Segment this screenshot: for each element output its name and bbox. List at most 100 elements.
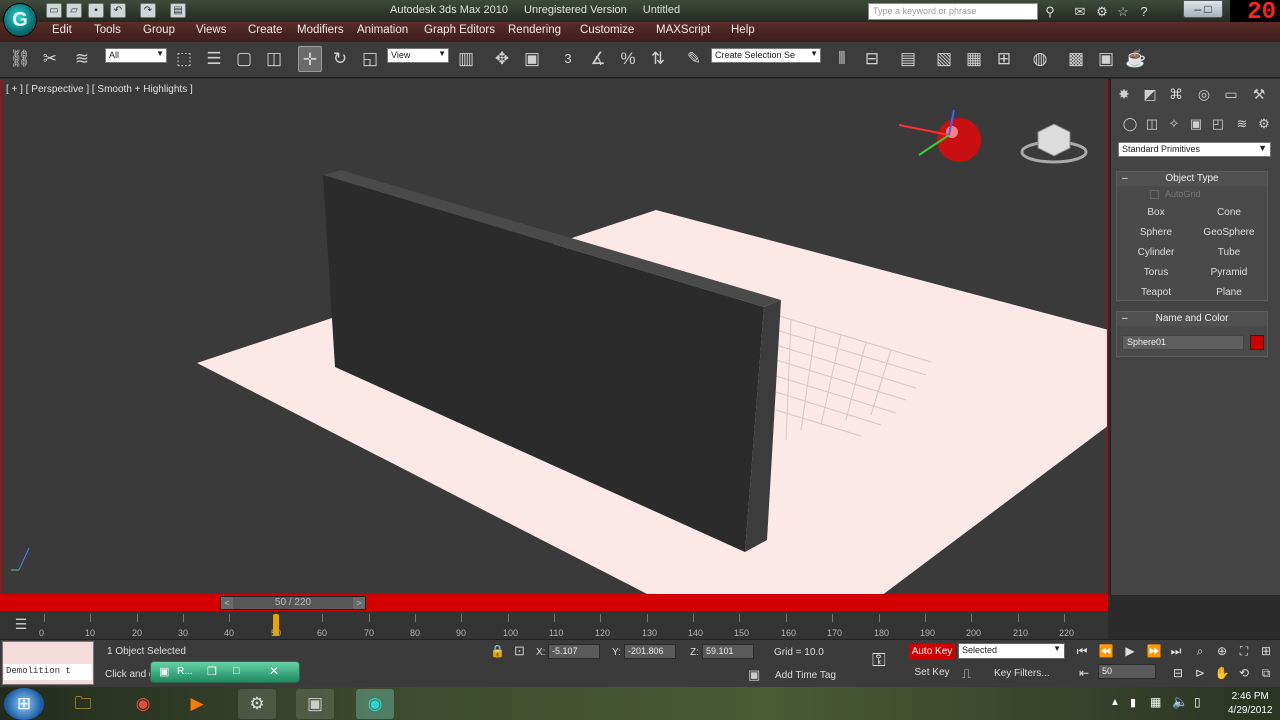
previous-frame-button[interactable]: <	[221, 597, 233, 609]
default-in-out-tangent-icon[interactable]: ⎍	[962, 666, 971, 682]
box-button[interactable]: Box	[1124, 204, 1188, 221]
autogrid-checkbox[interactable]: AutoGrid	[1150, 189, 1201, 200]
help-icon[interactable]: ?	[1135, 3, 1153, 20]
zoom-extents-all-icon[interactable]: ⊞	[1256, 642, 1276, 660]
previous-key-icon[interactable]: ⏪	[1096, 642, 1116, 660]
menu-animation[interactable]: Animation	[357, 24, 408, 36]
perspective-viewport[interactable]	[0, 79, 1108, 595]
snaps-toggle-icon[interactable]: 3	[556, 46, 580, 72]
material-editor-icon[interactable]: ◍	[1028, 46, 1052, 72]
3ds-max-taskbar-icon[interactable]: ◉	[356, 689, 394, 719]
save-file-icon[interactable]: ▪	[88, 3, 104, 18]
zoom-extents-icon[interactable]: ⛶	[1234, 642, 1254, 660]
play-icon[interactable]: ▶	[1120, 642, 1140, 660]
select-by-name-icon[interactable]: ☰	[202, 46, 226, 72]
menu-help[interactable]: Help	[731, 24, 755, 36]
menu-views[interactable]: Views	[196, 24, 226, 36]
key-filters-button[interactable]: Key Filters...	[994, 668, 1050, 679]
next-frame-button[interactable]: >	[353, 597, 365, 609]
undo-icon[interactable]: ↶	[110, 3, 126, 18]
bind-space-warp-icon[interactable]: ≋	[70, 46, 94, 72]
field-of-view-icon[interactable]: ⊳	[1190, 664, 1210, 682]
search-input[interactable]: Type a keyword or phrase	[868, 3, 1038, 20]
playhead-marker[interactable]	[273, 614, 279, 636]
time-tag-icon[interactable]: ▣	[748, 667, 760, 683]
geometry-icon[interactable]: ◯	[1120, 114, 1140, 134]
select-and-scale-icon[interactable]: ◱	[358, 46, 382, 72]
windows-start-icon[interactable]: ⊞	[4, 688, 44, 720]
maxscript-input[interactable]: Demolition t	[4, 664, 92, 680]
popup-restore-icon[interactable]: ❐	[207, 665, 217, 678]
cone-button[interactable]: Cone	[1197, 204, 1261, 221]
explorer-folder-icon[interactable]: 🗀	[64, 689, 102, 719]
sphere-button[interactable]: Sphere	[1124, 224, 1188, 241]
project-folder-icon[interactable]: ▤	[170, 3, 186, 18]
mini-curve-editor-icon[interactable]: ☰	[10, 616, 32, 634]
object-name-field[interactable]: Sphere01	[1122, 335, 1244, 350]
popup-maximize-icon[interactable]: □	[233, 665, 240, 677]
menu-graph-editors[interactable]: Graph Editors	[424, 24, 495, 36]
maxscript-mini-listener[interactable]: Demolition t	[2, 641, 94, 685]
menu-rendering[interactable]: Rendering	[508, 24, 561, 36]
y-coordinate-field[interactable]: -201.806	[624, 644, 676, 659]
rectangular-selection-icon[interactable]: ▢	[232, 46, 256, 72]
time-configuration-icon[interactable]: ⊟	[1168, 664, 1188, 682]
set-key-button[interactable]: Set Key	[909, 664, 955, 681]
key-mode-toggle-icon[interactable]: ⇤	[1074, 664, 1094, 682]
cylinder-button[interactable]: Cylinder	[1124, 244, 1188, 261]
layer-manager-icon[interactable]: ▤	[896, 46, 920, 72]
chrome-icon[interactable]: ◉	[124, 689, 162, 719]
current-frame-field[interactable]: 50	[1098, 664, 1156, 679]
select-object-icon[interactable]: ⬚	[172, 46, 196, 72]
menu-modifiers[interactable]: Modifiers	[297, 24, 344, 36]
keyboard-shortcut-override-icon[interactable]: ▣	[520, 46, 544, 72]
name-and-color-header[interactable]: – Name and Color	[1117, 312, 1267, 326]
selection-filter-dropdown[interactable]: All ▼	[105, 48, 167, 63]
graphite-modeling-icon[interactable]: ▧	[932, 46, 956, 72]
zoom-icon[interactable]: ⌕	[1190, 642, 1210, 660]
rendered-frame-window-icon[interactable]: ▣	[1094, 46, 1118, 72]
schematic-view-icon[interactable]: ⊞	[992, 46, 1016, 72]
motion-tab-icon[interactable]: ◎	[1193, 84, 1215, 104]
key-mode-dropdown[interactable]: Selected ▼	[958, 643, 1065, 659]
media-player-icon[interactable]: ▶	[178, 689, 216, 719]
zoom-all-icon[interactable]: ⊕	[1212, 642, 1232, 660]
mirror-icon[interactable]: ⫴	[830, 46, 854, 72]
system-clock[interactable]: 2:46 PM 4/29/2012	[1228, 690, 1273, 718]
menu-maxscript[interactable]: MAXScript	[656, 24, 710, 36]
create-tab-icon[interactable]: ✸	[1113, 84, 1135, 104]
spinner-snap-icon[interactable]: ⇅	[646, 46, 670, 72]
pan-view-icon[interactable]: ✋	[1212, 664, 1232, 682]
orbit-icon[interactable]: ⟲	[1234, 664, 1254, 682]
menu-group[interactable]: Group	[143, 24, 175, 36]
popup-close-icon[interactable]: ✕	[269, 664, 279, 678]
light-gizmo-icon[interactable]	[898, 109, 981, 162]
named-selection-set-dropdown[interactable]: Create Selection Se ▼	[711, 48, 821, 63]
tube-button[interactable]: Tube	[1197, 244, 1261, 261]
cameras-icon[interactable]: ▣	[1186, 114, 1206, 134]
menu-edit[interactable]: Edit	[52, 24, 72, 36]
menu-tools[interactable]: Tools	[94, 24, 121, 36]
shapes-icon[interactable]: ◫	[1142, 114, 1162, 134]
network-icon[interactable]: ▮	[1130, 696, 1136, 709]
viewport-label[interactable]: [ + ] [ Perspective ] [ Smooth + Highlig…	[6, 84, 193, 95]
object-color-swatch[interactable]	[1250, 335, 1264, 350]
curve-editor-icon[interactable]: ▦	[962, 46, 986, 72]
auto-key-button[interactable]: Auto Key	[909, 643, 955, 660]
games-icon[interactable]: ▣	[296, 689, 334, 719]
window-controls[interactable]: – □	[1183, 0, 1223, 18]
viewcube-icon[interactable]	[1020, 123, 1088, 164]
reference-coordinate-dropdown[interactable]: View ▼	[387, 48, 449, 63]
steam-icon[interactable]: ⚙	[238, 689, 276, 719]
communication-center-icon[interactable]: ✉	[1071, 3, 1089, 20]
window-crossing-icon[interactable]: ◫	[262, 46, 286, 72]
app-logo-icon[interactable]: G	[3, 3, 37, 37]
modify-tab-icon[interactable]: ◩	[1139, 84, 1161, 104]
open-file-icon[interactable]: ▱	[66, 3, 82, 18]
select-and-link-icon[interactable]: ⛓	[8, 46, 32, 72]
plane-button[interactable]: Plane	[1197, 284, 1261, 301]
new-file-icon[interactable]: ▭	[46, 3, 62, 18]
lights-icon[interactable]: ✧	[1164, 114, 1184, 134]
utilities-tab-icon[interactable]: ⚒	[1248, 84, 1270, 104]
torus-button[interactable]: Torus	[1124, 264, 1188, 281]
